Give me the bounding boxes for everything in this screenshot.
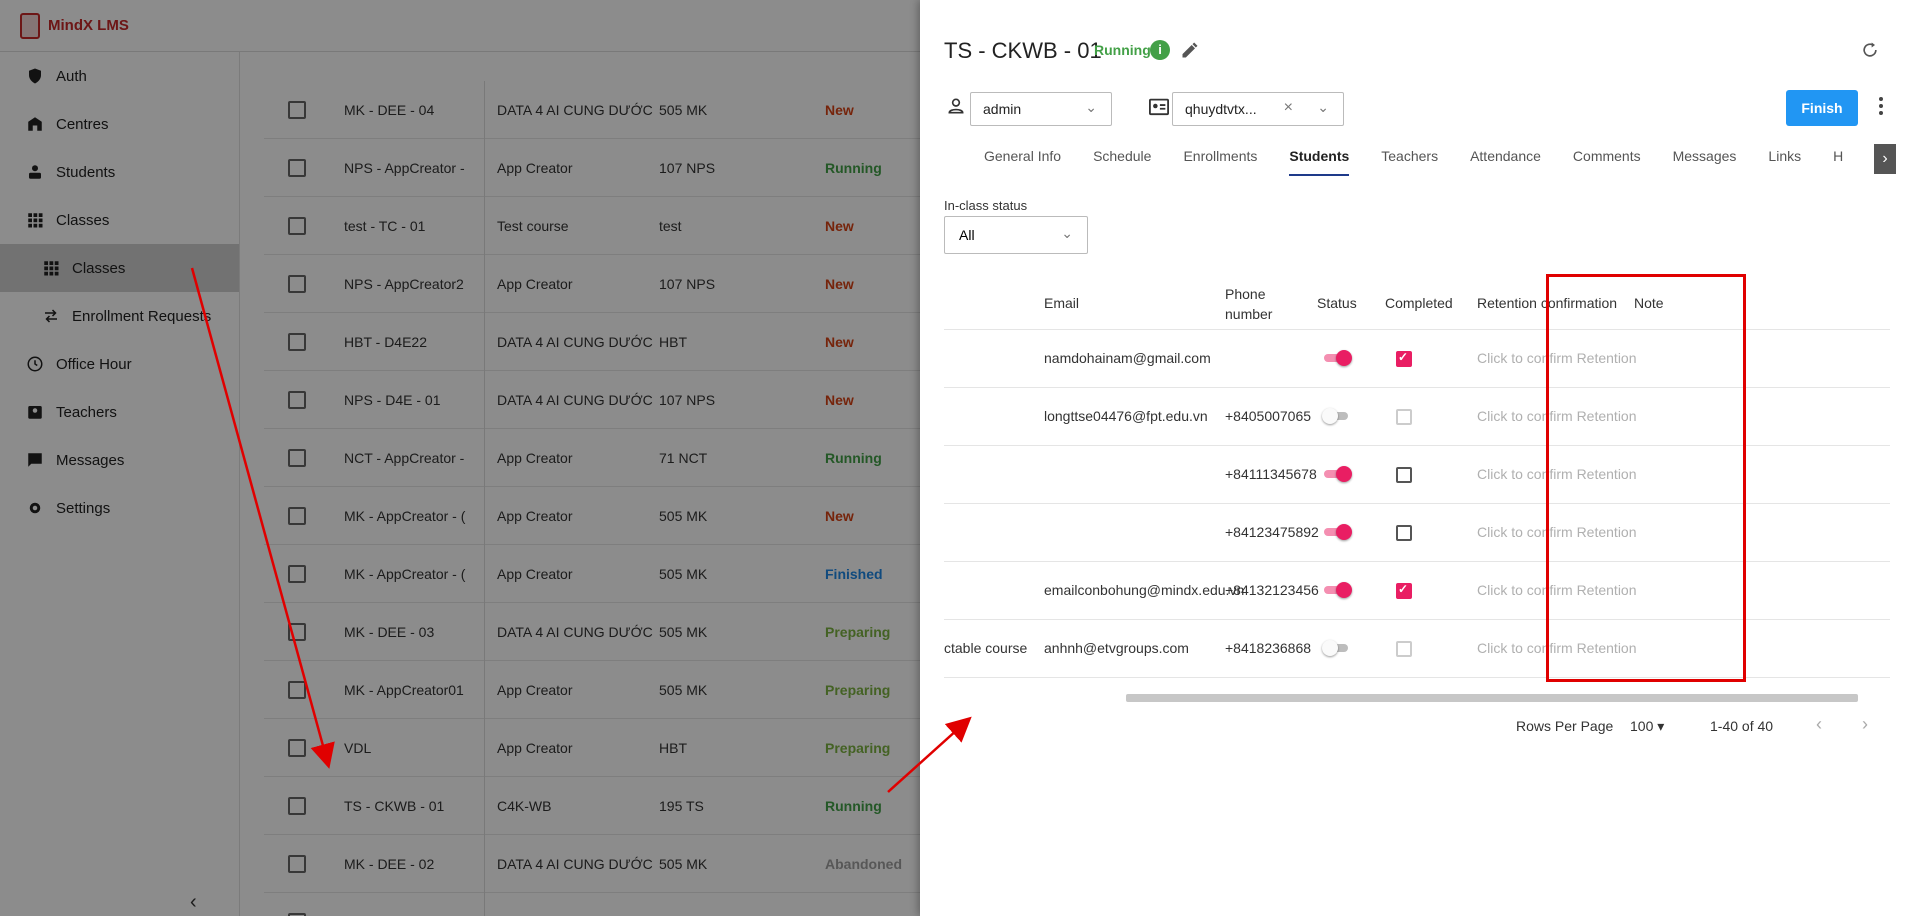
student-email: longttse04476@fpt.edu.vn: [1044, 408, 1208, 424]
tab-truncated[interactable]: H: [1833, 148, 1843, 176]
student-row[interactable]: +84123475892 Click to confirm Retention: [944, 504, 1890, 562]
tab-schedule[interactable]: Schedule: [1093, 148, 1151, 176]
completed-checkbox[interactable]: [1396, 525, 1412, 541]
col-retention[interactable]: Retention confirmation: [1477, 295, 1617, 311]
rows-per-page-select[interactable]: 100 ▾: [1630, 718, 1664, 735]
completed-checkbox[interactable]: [1396, 641, 1412, 657]
class-status: Running: [1094, 42, 1151, 58]
tab-comments[interactable]: Comments: [1573, 148, 1641, 176]
tab-enrollments[interactable]: Enrollments: [1183, 148, 1257, 176]
person-icon: [946, 96, 966, 121]
student-phone: +84123475892: [1225, 524, 1319, 540]
col-status[interactable]: Status: [1317, 295, 1357, 311]
in-class-status-select[interactable]: All ⌄: [944, 216, 1088, 254]
rows-per-page-value: 100: [1630, 718, 1654, 734]
completed-checkbox[interactable]: [1396, 582, 1412, 599]
col-phone[interactable]: Phone number: [1225, 284, 1272, 324]
tab-links[interactable]: Links: [1768, 148, 1801, 176]
owner-select-value: admin: [983, 101, 1022, 117]
student-phone: +8405007065: [1225, 408, 1312, 424]
refresh-icon[interactable]: [1860, 40, 1880, 65]
in-class-status-label: In-class status: [944, 198, 1028, 213]
tab-students[interactable]: Students: [1289, 148, 1350, 176]
completed-checkbox[interactable]: [1396, 409, 1412, 425]
teacher-select[interactable]: qhuydtvtx... × ⌄: [1172, 92, 1344, 126]
drawer-backdrop[interactable]: [0, 0, 920, 916]
teacher-select-value: qhuydtvtx...: [1185, 101, 1257, 117]
clear-icon[interactable]: ×: [1284, 99, 1293, 117]
status-toggle[interactable]: [1322, 350, 1352, 366]
chevron-down-icon: ⌄: [1061, 225, 1073, 241]
students-table-header: Email Phone number Status Completed Reten…: [944, 276, 1890, 330]
more-vert-icon[interactable]: [1878, 96, 1884, 121]
tab-general-info[interactable]: General Info: [984, 148, 1061, 176]
horizontal-scrollbar[interactable]: [1126, 694, 1858, 702]
status-toggle[interactable]: [1322, 466, 1352, 482]
student-row[interactable]: emailconbohung@mindx.edu.vn+84132123456 C…: [944, 562, 1890, 620]
col-note[interactable]: Note: [1634, 295, 1664, 311]
class-detail-drawer: TS - CKWB - 01 Running i admin ⌄ qhuydtv…: [920, 0, 1912, 916]
chevron-down-icon: ⌄: [1317, 99, 1329, 115]
status-toggle[interactable]: [1322, 408, 1352, 424]
col-phone-line2: number: [1225, 306, 1273, 322]
owner-select[interactable]: admin ⌄: [970, 92, 1112, 126]
chevron-down-icon: ⌄: [1085, 99, 1097, 115]
col-email[interactable]: Email: [1044, 295, 1079, 311]
col-phone-line1: Phone: [1225, 286, 1266, 302]
status-toggle[interactable]: [1322, 640, 1352, 656]
contact-card-icon: [1148, 96, 1170, 121]
pagination-range: 1-40 of 40: [1710, 718, 1774, 734]
finish-button[interactable]: Finish: [1786, 90, 1858, 126]
tab-messages[interactable]: Messages: [1673, 148, 1737, 176]
confirm-retention-link[interactable]: Click to confirm Retention: [1477, 524, 1637, 540]
student-email: emailconbohung@mindx.edu.vn: [1044, 582, 1245, 598]
student-course: ctable course: [944, 640, 1028, 656]
student-phone: +84111345678: [1225, 466, 1317, 482]
confirm-retention-link[interactable]: Click to confirm Retention: [1477, 582, 1637, 598]
tabs-scroll-right-icon[interactable]: ›: [1874, 144, 1896, 174]
status-toggle[interactable]: [1322, 524, 1352, 540]
rows-per-page-label: Rows Per Page: [1516, 718, 1614, 734]
in-class-status-value: All: [959, 227, 975, 243]
student-row[interactable]: namdohainam@gmail.com Click to confirm Re…: [944, 330, 1890, 388]
confirm-retention-link[interactable]: Click to confirm Retention: [1477, 466, 1637, 482]
completed-checkbox[interactable]: [1396, 467, 1412, 483]
student-row[interactable]: longttse04476@fpt.edu.vn +8405007065 Click…: [944, 388, 1890, 446]
confirm-retention-link[interactable]: Click to confirm Retention: [1477, 640, 1637, 656]
col-completed[interactable]: Completed: [1385, 295, 1453, 311]
student-phone: +84132123456: [1225, 582, 1319, 598]
student-email: namdohainam@gmail.com: [1044, 350, 1211, 366]
completed-checkbox[interactable]: [1396, 350, 1412, 367]
tab-teachers[interactable]: Teachers: [1381, 148, 1438, 176]
student-row[interactable]: ctable course anhnh@etvgroups.com +8418236…: [944, 620, 1890, 678]
student-row[interactable]: +84111345678 Click to confirm Retention: [944, 446, 1890, 504]
class-title: TS - CKWB - 01: [944, 38, 1102, 63]
edit-pencil-icon[interactable]: [1180, 40, 1200, 65]
app-root: MindX LMS Auth Centres Students Classes …: [0, 0, 1912, 916]
tab-attendance[interactable]: Attendance: [1470, 148, 1541, 176]
drawer-tabs: General Info Schedule Enrollments Studen…: [984, 148, 1875, 176]
info-icon[interactable]: i: [1150, 40, 1170, 60]
student-email: anhnh@etvgroups.com: [1044, 640, 1189, 656]
confirm-retention-link[interactable]: Click to confirm Retention: [1477, 350, 1637, 366]
confirm-retention-link[interactable]: Click to confirm Retention: [1477, 408, 1637, 424]
prev-page-icon[interactable]: ‹: [1816, 714, 1822, 735]
next-page-icon[interactable]: ›: [1862, 714, 1868, 735]
student-phone: +8418236868: [1225, 640, 1312, 656]
status-toggle[interactable]: [1322, 582, 1352, 598]
